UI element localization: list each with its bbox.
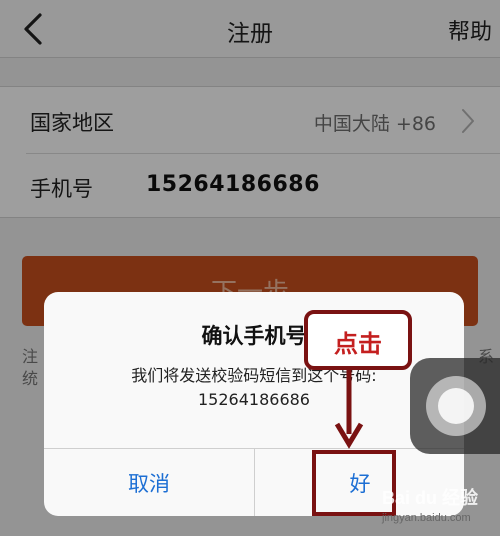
- watermark-url: jingyan.baidu.com: [382, 512, 471, 524]
- dialog-phone-number: 15264186686: [198, 390, 310, 409]
- cancel-button-label: 取消: [128, 472, 170, 496]
- callout-label: 点击: [334, 330, 382, 358]
- dialog-message: 我们将发送校验码短信到这个号码: 15264186686: [44, 364, 464, 412]
- assistive-touch-button[interactable]: [410, 358, 500, 454]
- watermark-logo: Bai du 经验: [382, 488, 479, 508]
- tutorial-callout: 点击: [304, 310, 412, 370]
- baidu-jingyan-watermark: Bai du 经验 jingyan.baidu.com: [382, 478, 500, 536]
- assistive-touch-ring: [426, 376, 486, 436]
- cancel-button[interactable]: 取消: [44, 448, 254, 516]
- arrow-down-icon: [334, 368, 364, 449]
- assistive-touch-core: [438, 388, 474, 424]
